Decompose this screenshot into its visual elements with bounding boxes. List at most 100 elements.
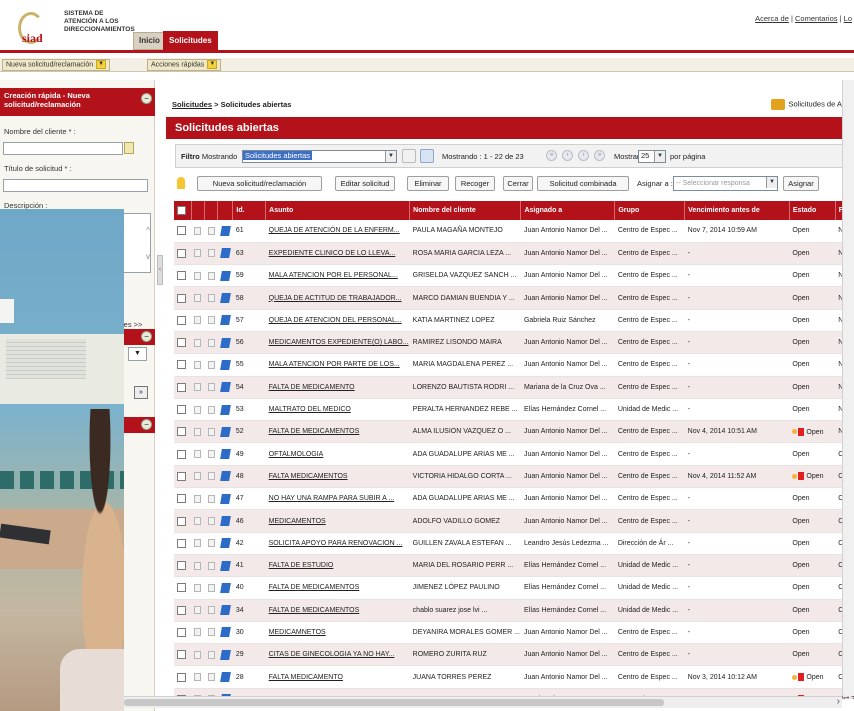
subject-link[interactable]: FALTA MEDICAMENTO [269, 674, 343, 681]
subject-link[interactable]: QUEJA DE ATENCIÓN DE LA ENFERM... [269, 227, 400, 234]
row-checkbox-cell[interactable] [174, 420, 192, 444]
row-checkbox-cell[interactable] [174, 621, 192, 645]
edit-icon[interactable] [219, 582, 231, 593]
filter-select[interactable]: Solicitudes abiertas ▼ [242, 150, 397, 163]
row-checkbox-cell[interactable] [174, 487, 192, 511]
table-row[interactable]: 48 FALTA MEDICAMENTOS VICTORIA HIDALGO COR… [174, 465, 854, 489]
attachment-icon[interactable] [207, 561, 215, 570]
table-row[interactable]: 55 MALA ATENCION POR PARTE DE LOS... MARIA… [174, 353, 854, 377]
attachment-icon[interactable] [207, 294, 215, 303]
subject-link[interactable]: MALA ATENCION POR EL PERSONAL... [269, 272, 398, 279]
attachment-icon[interactable] [207, 517, 215, 525]
close-button[interactable]: Cerrar [503, 176, 533, 191]
scroll-up-icon[interactable]: ^ [146, 226, 150, 235]
edit-icon[interactable] [219, 293, 231, 304]
attachment-icon[interactable] [207, 249, 215, 258]
note-icon[interactable] [194, 294, 202, 303]
collapse-icon[interactable]: − [141, 419, 152, 430]
row-checkbox[interactable] [177, 583, 186, 593]
note-icon[interactable] [194, 316, 202, 325]
merge-request-button[interactable]: Solicitud combinada [537, 176, 629, 191]
note-icon[interactable] [194, 628, 202, 637]
note-icon[interactable] [194, 338, 202, 347]
comments-link[interactable]: Comentarios [795, 14, 838, 23]
column-header-due[interactable]: Vencimiento antes de [684, 201, 790, 220]
row-checkbox-cell[interactable] [174, 220, 192, 243]
attachment-icon[interactable] [207, 226, 215, 235]
edit-icon[interactable] [219, 248, 231, 259]
sidebar-go-button[interactable]: » [134, 386, 148, 399]
row-checkbox-cell[interactable] [174, 309, 192, 332]
attachment-icon[interactable] [207, 673, 215, 682]
row-checkbox[interactable] [177, 293, 186, 303]
attachment-icon[interactable] [207, 583, 215, 592]
sidebar-collapse-handle[interactable]: ‹ [157, 255, 163, 285]
tab-solicitudes[interactable]: Solicitudes [163, 31, 218, 51]
subject-link[interactable]: FALTA DE MEDICAMENTOS [269, 607, 360, 614]
attachment-icon[interactable] [207, 405, 215, 414]
subject-link[interactable]: QUEJA DE ATENCION DEL PERSONAL... [269, 317, 402, 324]
scroll-right-icon[interactable]: › [837, 696, 840, 707]
collect-button[interactable]: Recoger [455, 176, 495, 191]
row-checkbox[interactable] [177, 650, 186, 660]
note-icon[interactable] [194, 405, 202, 414]
edit-icon[interactable] [219, 516, 231, 526]
column-header-subject[interactable]: Asunto [265, 201, 411, 220]
row-checkbox-cell[interactable] [174, 532, 192, 555]
edit-icon[interactable] [219, 337, 231, 348]
row-checkbox[interactable] [177, 605, 186, 615]
last-page-icon[interactable]: » [594, 150, 605, 161]
row-checkbox-cell[interactable] [174, 242, 192, 266]
edit-icon[interactable] [219, 382, 231, 393]
table-row[interactable]: 56 MEDICAMENTOS EXPEDIENTE(O) LABO... RAMI… [174, 331, 854, 355]
row-checkbox[interactable] [177, 271, 186, 281]
column-header-status[interactable]: Estado [789, 201, 836, 220]
edit-icon[interactable] [219, 538, 231, 549]
subject-link[interactable]: MALTRATO DEL MEDICO [269, 406, 351, 413]
table-row[interactable]: 47 NO HAY UNA RAMPA PARA SUBIR A ... ADA G… [174, 487, 854, 511]
row-checkbox[interactable] [177, 382, 186, 392]
column-header-client[interactable]: Nombre del cliente [409, 201, 522, 220]
filter-settings-icon[interactable] [402, 149, 416, 163]
row-checkbox[interactable] [177, 226, 186, 236]
note-icon[interactable] [194, 517, 202, 525]
table-row[interactable]: 54 FALTA DE MEDICAMENTO LORENZO BAUTISTA R… [174, 376, 854, 399]
table-row[interactable]: 42 SOLICITA APOYO PARA RENOVACION ... GUIL… [174, 532, 854, 555]
row-checkbox-cell[interactable] [174, 576, 192, 600]
row-checkbox[interactable] [177, 360, 186, 370]
note-icon[interactable] [194, 472, 202, 481]
column-header-assigned[interactable]: Asignado a [520, 201, 616, 220]
subject-link[interactable]: FALTA MEDICAMENTOS [269, 473, 348, 480]
scrollbar-thumb[interactable] [124, 699, 664, 706]
collapse-icon[interactable]: − [141, 331, 152, 342]
attachment-icon[interactable] [207, 539, 215, 548]
note-icon[interactable] [194, 249, 202, 258]
note-icon[interactable] [194, 606, 202, 615]
edit-icon[interactable] [219, 315, 231, 326]
note-icon[interactable] [194, 650, 202, 659]
subject-link[interactable]: OFTALMOLOGIA [269, 451, 324, 458]
row-checkbox[interactable] [177, 248, 186, 258]
table-row[interactable]: 49 OFTALMOLOGIA ADA GUADALUPE ARIAS ME ...… [174, 442, 854, 466]
note-icon[interactable] [194, 539, 202, 548]
row-checkbox-cell[interactable] [174, 643, 192, 667]
edit-icon[interactable] [219, 493, 231, 504]
attachment-icon[interactable] [207, 628, 215, 637]
table-row[interactable]: 40 FALTA DE MEDICAMENTOS JIMENEZ LÓPEZ PAU… [174, 576, 854, 600]
table-row[interactable]: 46 MEDICAMENTOS ADOLFO VADILLO GOMEZ Juan A… [174, 509, 854, 533]
subject-link[interactable]: FALTA DE MEDICAMENTOS [269, 584, 360, 591]
edit-icon[interactable] [219, 560, 231, 571]
subject-link[interactable]: MALA ATENCION POR PARTE DE LOS... [269, 361, 400, 368]
attachment-icon[interactable] [207, 472, 215, 481]
tab-inicio[interactable]: Inicio [133, 32, 166, 50]
attachment-icon[interactable] [207, 427, 215, 436]
prev-page-icon[interactable]: ‹ [562, 150, 573, 161]
edit-icon[interactable] [219, 605, 231, 616]
subject-link[interactable]: FALTA DE MEDICAMENTOS [269, 428, 360, 435]
row-checkbox[interactable] [177, 516, 186, 526]
table-row[interactable]: 34 FALTA DE MEDICAMENTOS chablo suarez jos… [174, 599, 854, 622]
subject-link[interactable]: SOLICITA APOYO PARA RENOVACION ... [269, 540, 403, 547]
edit-icon[interactable] [219, 359, 231, 370]
attachment-icon[interactable] [207, 650, 215, 659]
edit-icon[interactable] [219, 270, 231, 281]
